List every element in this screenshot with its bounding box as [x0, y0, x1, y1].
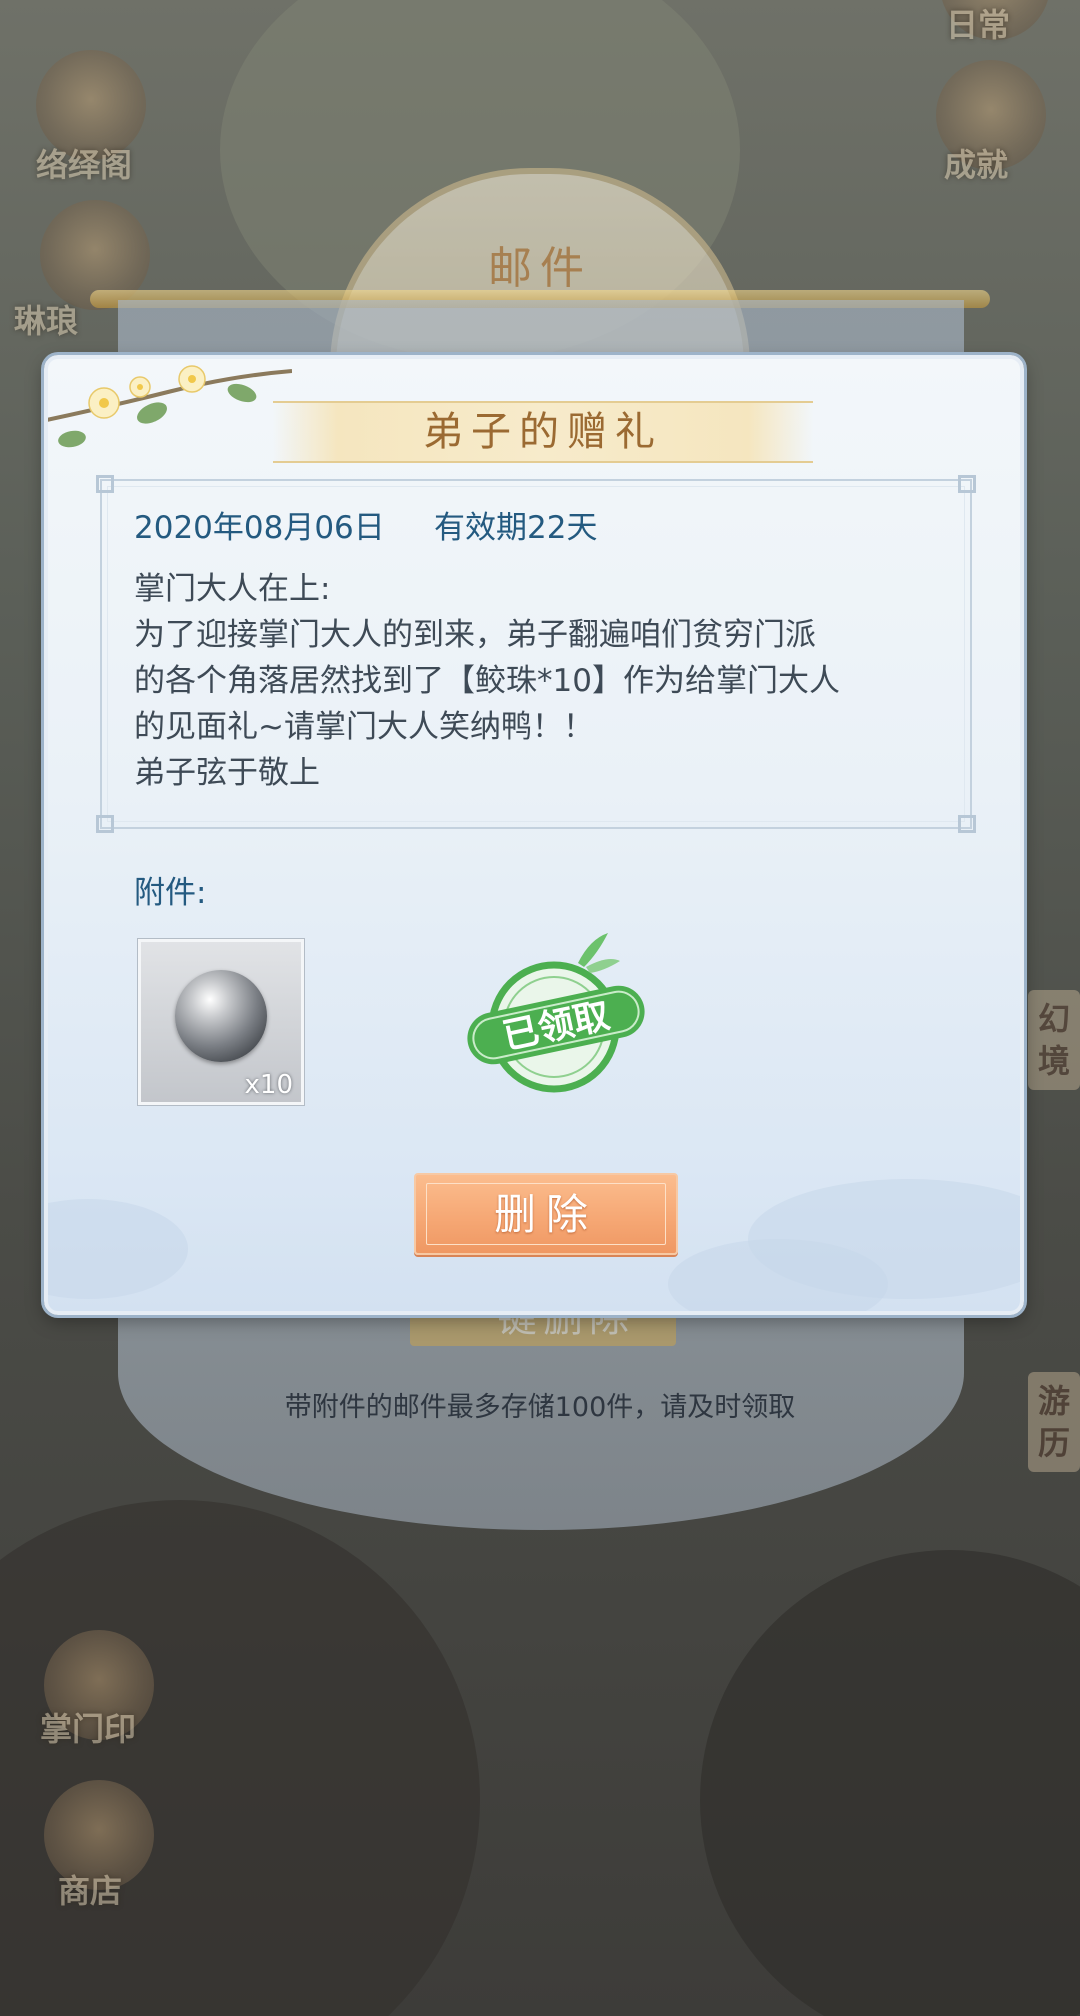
blossom-branch-icon	[48, 365, 292, 448]
side-label-shop: 商店	[58, 1872, 123, 1910]
claimed-stamp-icon: 已领取	[467, 933, 645, 1093]
pearl-icon	[175, 970, 267, 1062]
cloud-decoration	[48, 1199, 188, 1299]
mail-date: 2020年08月06日	[134, 510, 385, 546]
side-label-achievement: 成就	[944, 146, 1009, 184]
side-tag-travel[interactable]: 游历	[1028, 1372, 1080, 1472]
background-shadow	[0, 1500, 480, 2016]
storage-note: 带附件的邮件最多存储100件，请及时领取	[284, 1392, 796, 1423]
game-screen: 络绎阁 日常 成就 琳琅 幻境 游历 掌门印 商店 邮件 一键删除 带附件的邮件…	[0, 0, 1080, 2016]
attachment-label: 附件:	[134, 875, 207, 911]
side-label-linlang: 琳琅	[14, 302, 79, 340]
mail-body-line: 弟子弦于敬上	[134, 755, 320, 791]
side-tag-illusion-label: 幻境	[1037, 1000, 1070, 1080]
background-shadow	[700, 1550, 1080, 2016]
attachment-quantity: x10	[244, 1070, 293, 1100]
delete-button-label: 删除	[493, 1190, 598, 1239]
frame-corner	[96, 475, 114, 493]
delete-button[interactable]: 删除	[414, 1173, 678, 1255]
frame-corner	[958, 815, 976, 833]
attachment-item[interactable]: x10	[137, 938, 305, 1106]
frame-corner	[958, 475, 976, 493]
mail-body-line: 为了迎接掌门大人的到来，弟子翻遍咱们贫穷门派	[134, 617, 816, 653]
side-label-daily: 日常	[946, 6, 1011, 44]
mail-body-line: 掌门大人在上:	[134, 571, 331, 607]
mail-detail-dialog: 弟子的赠礼 2020年08月06日 有效期22天 掌门大人在上: 为了迎接掌门大…	[44, 355, 1024, 1315]
mail-validity: 有效期22天	[434, 510, 598, 546]
mail-title: 邮件	[488, 243, 592, 294]
side-tag-illusion[interactable]: 幻境	[1028, 990, 1080, 1090]
side-label-luoyige: 络绎阁	[36, 146, 133, 184]
frame-corner	[96, 815, 114, 833]
mail-body-line: 的见面礼~请掌门大人笑纳鸭！！	[134, 709, 594, 745]
side-tag-travel-label: 游历	[1037, 1382, 1070, 1462]
dialog-title: 弟子的赠礼	[423, 409, 663, 455]
side-label-seal: 掌门印	[40, 1710, 137, 1748]
mail-body-line: 的各个角落居然找到了【鲛珠*10】作为给掌门大人	[134, 663, 840, 699]
mail-body: 掌门大人在上: 为了迎接掌门大人的到来，弟子翻遍咱们贫穷门派 的各个角落居然找到…	[134, 566, 954, 796]
